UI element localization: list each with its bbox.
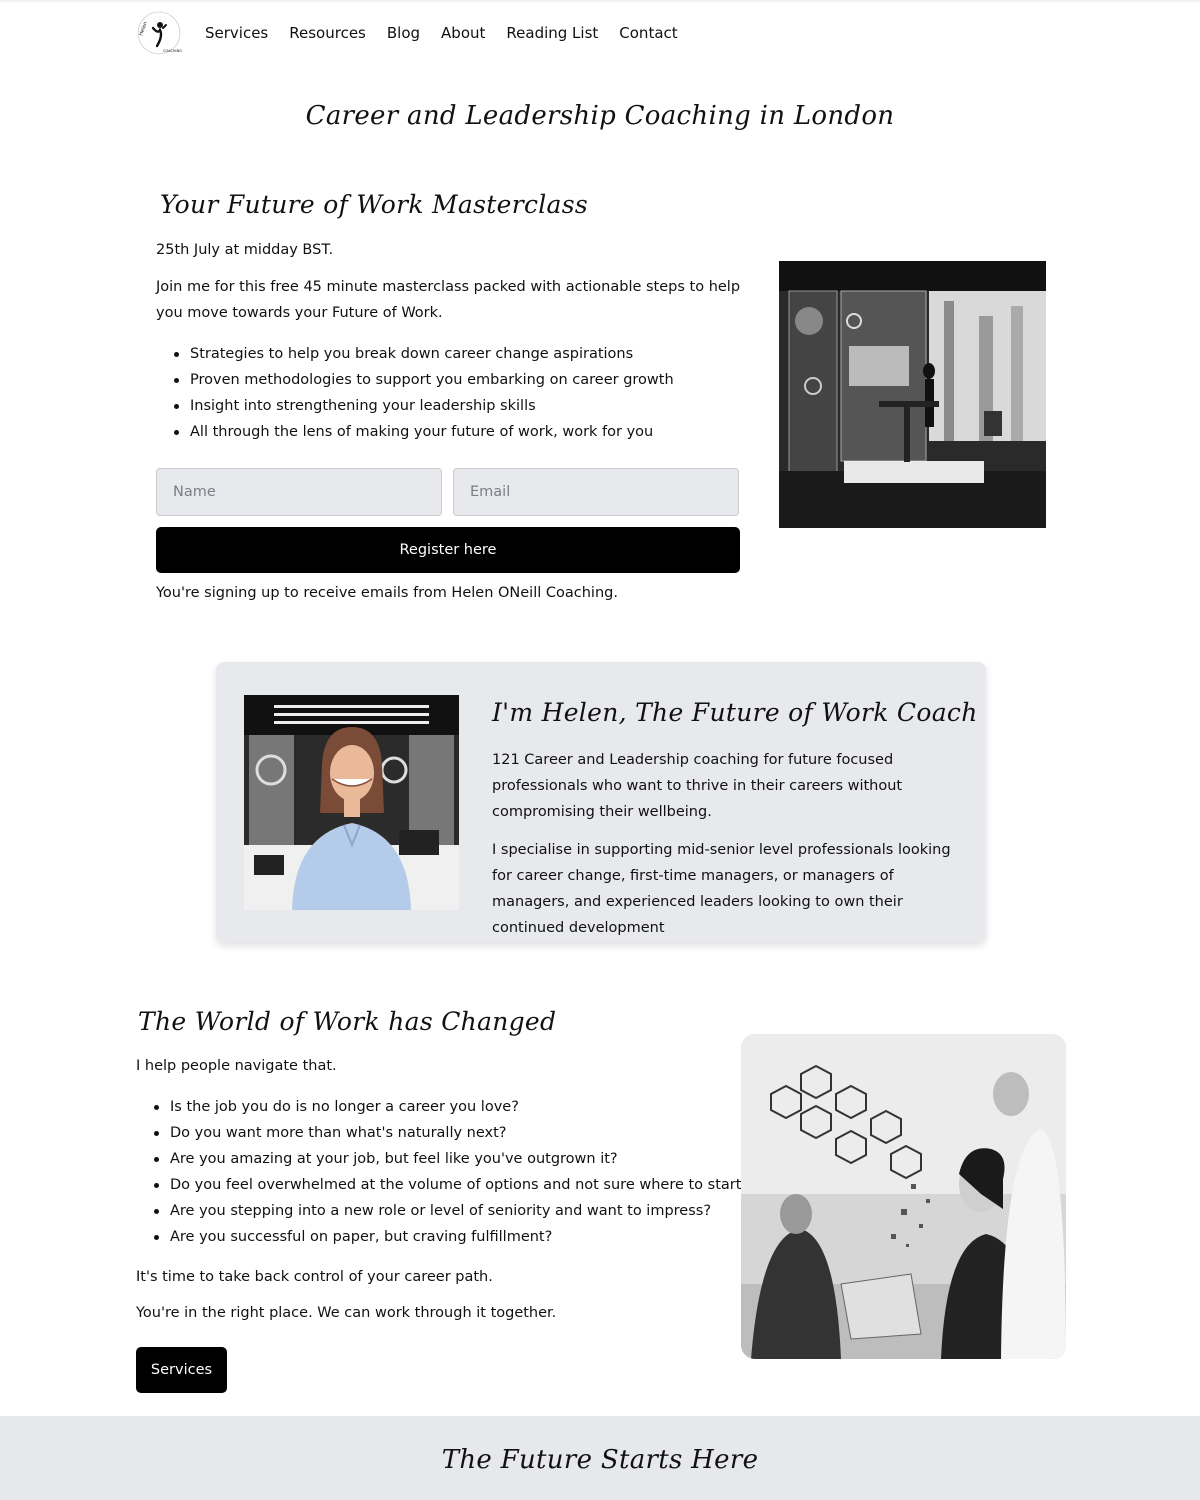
- nav-blog[interactable]: Blog: [387, 20, 420, 46]
- list-item: Strategies to help you break down career…: [174, 341, 674, 367]
- logo[interactable]: Helen COACHING: [136, 10, 182, 56]
- future-section: The Future Starts Here: [0, 1416, 1200, 1500]
- about-paragraph: I specialise in supporting mid-senior le…: [492, 842, 951, 936]
- list-item: Insight into strengthening your leadersh…: [174, 393, 674, 419]
- list-item: Is the job you do is no longer a career …: [153, 1094, 749, 1120]
- world-intro: I help people navigate that.: [136, 1058, 337, 1074]
- name-field[interactable]: [156, 468, 442, 516]
- masterclass-image: [779, 261, 1046, 528]
- email-field[interactable]: [453, 468, 739, 516]
- nav-about[interactable]: About: [441, 20, 485, 46]
- list-item: Do you feel overwhelmed at the volume of…: [153, 1172, 749, 1198]
- list-item: All through the lens of making your futu…: [174, 419, 674, 445]
- nav-services[interactable]: Services: [205, 20, 268, 46]
- register-button[interactable]: Register here: [156, 527, 740, 573]
- signup-note: You're signing up to receive emails from…: [156, 585, 618, 601]
- world-image: [741, 1034, 1066, 1359]
- masterclass-intro: Join me for this free 45 minute mastercl…: [156, 279, 741, 321]
- masterclass-title: Your Future of Work Masterclass: [160, 190, 589, 219]
- services-button[interactable]: Services: [136, 1347, 227, 1393]
- world-paragraph: You're in the right place. We can work t…: [136, 1305, 557, 1321]
- nav-reading-list[interactable]: Reading List: [506, 20, 598, 46]
- helen-photo: [244, 695, 459, 910]
- svg-text:Helen: Helen: [138, 21, 149, 37]
- about-paragraph: 121 Career and Leadership coaching for f…: [492, 752, 903, 820]
- main-nav: Services Resources Blog About Reading Li…: [205, 20, 678, 46]
- list-item: Are you amazing at your job, but feel li…: [153, 1146, 749, 1172]
- world-bullets: Is the job you do is no longer a career …: [153, 1094, 749, 1250]
- list-item: Proven methodologies to support you emba…: [174, 367, 674, 393]
- about-card: I'm Helen, The Future of Work Coach 121 …: [216, 662, 986, 942]
- about-title: I'm Helen, The Future of Work Coach: [492, 698, 978, 727]
- nav-contact[interactable]: Contact: [619, 20, 677, 46]
- masterclass-bullets: Strategies to help you break down career…: [174, 341, 674, 445]
- list-item: Are you successful on paper, but craving…: [153, 1224, 749, 1250]
- world-paragraph: It's time to take back control of your c…: [136, 1269, 493, 1285]
- hero-title: Career and Leadership Coaching in London: [305, 101, 895, 131]
- list-item: Are you stepping into a new role or leve…: [153, 1198, 749, 1224]
- site-header: Helen COACHING Services Resources Blog A…: [0, 0, 1200, 62]
- future-title: The Future Starts Here: [441, 1445, 759, 1475]
- nav-resources[interactable]: Resources: [289, 20, 366, 46]
- list-item: Do you want more than what's naturally n…: [153, 1120, 749, 1146]
- masterclass-date: 25th July at midday BST.: [156, 242, 334, 258]
- svg-text:COACHING: COACHING: [163, 49, 182, 53]
- world-title: The World of Work has Changed: [138, 1007, 557, 1036]
- logo-icon: Helen COACHING: [137, 11, 182, 55]
